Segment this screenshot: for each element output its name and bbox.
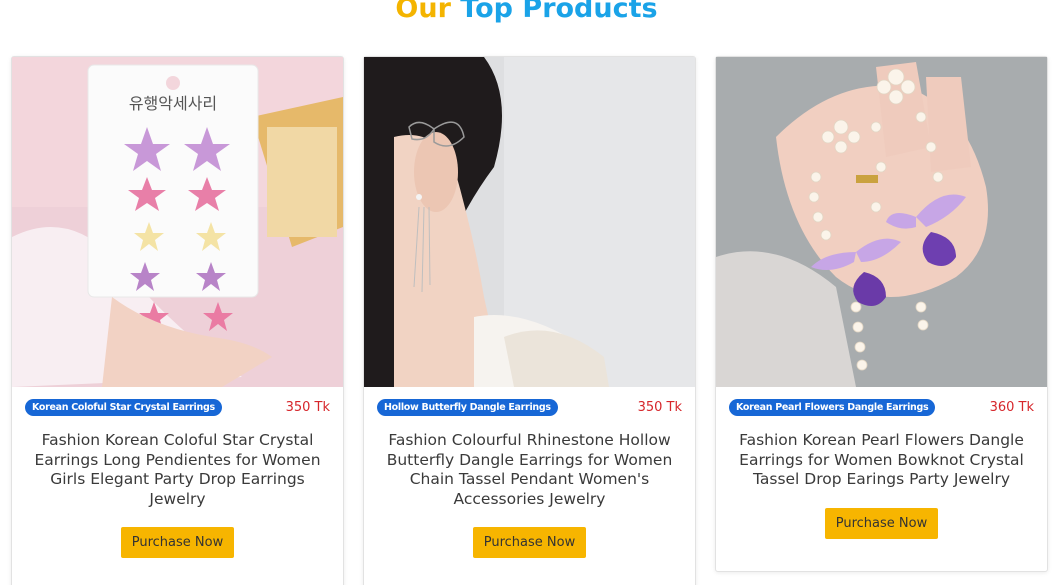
product-price: 360 Tk xyxy=(989,399,1034,415)
product-card[interactable]: 유행악세사리 Korean Coloful Star Crystal Earri… xyxy=(11,56,344,585)
product-image[interactable]: 유행악세사리 xyxy=(12,57,343,387)
section-heading: Our Top Products xyxy=(0,0,1053,28)
heading-word-top-products: Top Products xyxy=(460,0,658,24)
pearl-earrings-photo xyxy=(716,57,1047,387)
packaging-card-text: 유행악세사리 xyxy=(129,94,217,113)
product-price: 350 Tk xyxy=(637,399,682,415)
category-badge[interactable]: Hollow Butterfly Dangle Earrings xyxy=(377,398,558,416)
heading-word-our: Our xyxy=(395,0,451,24)
product-image[interactable] xyxy=(716,57,1047,387)
product-image[interactable] xyxy=(364,57,695,387)
purchase-now-button[interactable]: Purchase Now xyxy=(824,507,939,539)
category-badge[interactable]: Korean Pearl Flowers Dangle Earrings xyxy=(729,398,936,416)
product-price: 350 Tk xyxy=(285,399,330,415)
product-meta-row: Hollow Butterfly Dangle Earrings 350 Tk xyxy=(364,387,695,427)
product-title[interactable]: Fashion Korean Pearl Flowers Dangle Earr… xyxy=(716,427,1047,490)
purchase-now-button[interactable]: Purchase Now xyxy=(120,527,235,558)
product-title[interactable]: Fashion Colourful Rhinestone Hollow Butt… xyxy=(364,427,695,509)
product-title[interactable]: Fashion Korean Coloful Star Crystal Earr… xyxy=(12,427,343,509)
product-meta-row: Korean Coloful Star Crystal Earrings 350… xyxy=(12,387,343,427)
product-card[interactable]: Korean Pearl Flowers Dangle Earrings 360… xyxy=(715,56,1048,572)
product-meta-row: Korean Pearl Flowers Dangle Earrings 360… xyxy=(716,387,1047,427)
product-card[interactable]: Hollow Butterfly Dangle Earrings 350 Tk … xyxy=(363,56,696,585)
category-badge[interactable]: Korean Coloful Star Crystal Earrings xyxy=(25,398,222,416)
butterfly-earrings-photo xyxy=(364,57,695,387)
star-earrings-photo: 유행악세사리 xyxy=(12,57,343,387)
purchase-now-button[interactable]: Purchase Now xyxy=(472,527,587,558)
